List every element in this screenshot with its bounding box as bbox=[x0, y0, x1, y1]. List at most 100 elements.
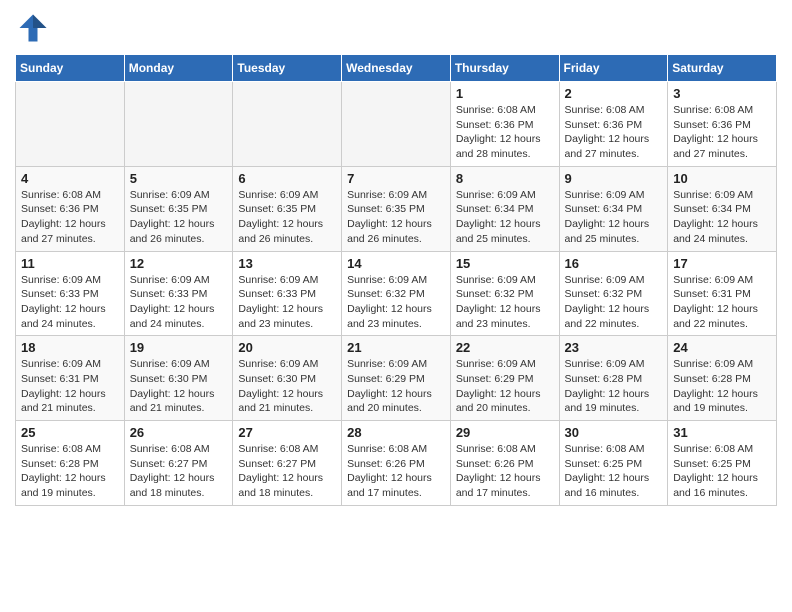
calendar-cell: 13 Sunrise: 6:09 AM Sunset: 6:33 PM Dayli… bbox=[233, 251, 342, 336]
calendar-cell: 30Sunrise: 6:08 AM Sunset: 6:25 PM Dayli… bbox=[559, 421, 668, 506]
day-number: 4 bbox=[21, 171, 119, 186]
day-info: Sunrise: 6:08 AM Sunset: 6:27 PM Dayligh… bbox=[238, 442, 336, 501]
day-info: Sunrise: 6:08 AM Sunset: 6:26 PM Dayligh… bbox=[347, 442, 445, 501]
day-number: 2 bbox=[565, 86, 663, 101]
day-info: Sunrise: 6:09 AM Sunset: 6:33 PM Dayligh… bbox=[238, 273, 336, 332]
calendar-week-4: 18Sunrise: 6:09 AM Sunset: 6:31 PM Dayli… bbox=[16, 336, 777, 421]
calendar-cell: 2 Sunrise: 6:08 AM Sunset: 6:36 PM Daylig… bbox=[559, 82, 668, 167]
day-info: Sunrise: 6:09 AM Sunset: 6:30 PM Dayligh… bbox=[130, 357, 228, 416]
day-number: 21 bbox=[347, 340, 445, 355]
calendar-cell: 9 Sunrise: 6:09 AM Sunset: 6:34 PM Daylig… bbox=[559, 166, 668, 251]
day-info: Sunrise: 6:09 AM Sunset: 6:33 PM Dayligh… bbox=[130, 273, 228, 332]
day-number: 7 bbox=[347, 171, 445, 186]
day-info: Sunrise: 6:09 AM Sunset: 6:35 PM Dayligh… bbox=[130, 188, 228, 247]
day-info: Sunrise: 6:09 AM Sunset: 6:34 PM Dayligh… bbox=[456, 188, 554, 247]
day-number: 28 bbox=[347, 425, 445, 440]
day-info: Sunrise: 6:09 AM Sunset: 6:29 PM Dayligh… bbox=[347, 357, 445, 416]
day-info: Sunrise: 6:08 AM Sunset: 6:36 PM Dayligh… bbox=[673, 103, 771, 162]
day-number: 27 bbox=[238, 425, 336, 440]
logo-icon bbox=[15, 10, 51, 46]
calendar-week-5: 25 Sunrise: 6:08 AM Sunset: 6:28 PM Dayli… bbox=[16, 421, 777, 506]
calendar-cell: 22Sunrise: 6:09 AM Sunset: 6:29 PM Dayli… bbox=[450, 336, 559, 421]
day-number: 23 bbox=[565, 340, 663, 355]
page-header bbox=[15, 10, 777, 46]
day-number: 9 bbox=[565, 171, 663, 186]
calendar-header-friday: Friday bbox=[559, 55, 668, 82]
calendar-cell: 20 Sunrise: 6:09 AM Sunset: 6:30 PM Dayli… bbox=[233, 336, 342, 421]
day-info: Sunrise: 6:09 AM Sunset: 6:32 PM Dayligh… bbox=[456, 273, 554, 332]
day-number: 13 bbox=[238, 256, 336, 271]
day-info: Sunrise: 6:09 AM Sunset: 6:33 PM Dayligh… bbox=[21, 273, 119, 332]
calendar-cell bbox=[342, 82, 451, 167]
calendar-cell: 6Sunrise: 6:09 AM Sunset: 6:35 PM Daylig… bbox=[233, 166, 342, 251]
day-info: Sunrise: 6:09 AM Sunset: 6:30 PM Dayligh… bbox=[238, 357, 336, 416]
day-info: Sunrise: 6:09 AM Sunset: 6:34 PM Dayligh… bbox=[673, 188, 771, 247]
day-info: Sunrise: 6:08 AM Sunset: 6:36 PM Dayligh… bbox=[456, 103, 554, 162]
calendar-cell: 29Sunrise: 6:08 AM Sunset: 6:26 PM Dayli… bbox=[450, 421, 559, 506]
calendar-cell: 12 Sunrise: 6:09 AM Sunset: 6:33 PM Dayli… bbox=[124, 251, 233, 336]
day-number: 5 bbox=[130, 171, 228, 186]
day-info: Sunrise: 6:09 AM Sunset: 6:32 PM Dayligh… bbox=[347, 273, 445, 332]
day-number: 18 bbox=[21, 340, 119, 355]
calendar-cell: 10 Sunrise: 6:09 AM Sunset: 6:34 PM Dayli… bbox=[668, 166, 777, 251]
calendar-cell: 26Sunrise: 6:08 AM Sunset: 6:27 PM Dayli… bbox=[124, 421, 233, 506]
calendar-header-sunday: Sunday bbox=[16, 55, 125, 82]
day-number: 10 bbox=[673, 171, 771, 186]
calendar-cell: 19 Sunrise: 6:09 AM Sunset: 6:30 PM Dayli… bbox=[124, 336, 233, 421]
calendar-week-3: 11Sunrise: 6:09 AM Sunset: 6:33 PM Dayli… bbox=[16, 251, 777, 336]
calendar-cell: 27 Sunrise: 6:08 AM Sunset: 6:27 PM Dayli… bbox=[233, 421, 342, 506]
calendar-cell: 4 Sunrise: 6:08 AM Sunset: 6:36 PM Daylig… bbox=[16, 166, 125, 251]
logo bbox=[15, 10, 55, 46]
calendar-cell: 16 Sunrise: 6:09 AM Sunset: 6:32 PM Dayli… bbox=[559, 251, 668, 336]
day-number: 3 bbox=[673, 86, 771, 101]
calendar-cell: 15Sunrise: 6:09 AM Sunset: 6:32 PM Dayli… bbox=[450, 251, 559, 336]
day-info: Sunrise: 6:08 AM Sunset: 6:36 PM Dayligh… bbox=[21, 188, 119, 247]
day-info: Sunrise: 6:08 AM Sunset: 6:25 PM Dayligh… bbox=[673, 442, 771, 501]
calendar-cell: 25 Sunrise: 6:08 AM Sunset: 6:28 PM Dayli… bbox=[16, 421, 125, 506]
calendar-cell bbox=[233, 82, 342, 167]
day-info: Sunrise: 6:08 AM Sunset: 6:27 PM Dayligh… bbox=[130, 442, 228, 501]
day-number: 25 bbox=[21, 425, 119, 440]
day-number: 6 bbox=[238, 171, 336, 186]
day-number: 20 bbox=[238, 340, 336, 355]
day-number: 30 bbox=[565, 425, 663, 440]
calendar-header-saturday: Saturday bbox=[668, 55, 777, 82]
calendar-header-row: SundayMondayTuesdayWednesdayThursdayFrid… bbox=[16, 55, 777, 82]
calendar-cell: 23 Sunrise: 6:09 AM Sunset: 6:28 PM Dayli… bbox=[559, 336, 668, 421]
calendar-cell: 28 Sunrise: 6:08 AM Sunset: 6:26 PM Dayli… bbox=[342, 421, 451, 506]
calendar-cell: 3 Sunrise: 6:08 AM Sunset: 6:36 PM Daylig… bbox=[668, 82, 777, 167]
calendar-week-2: 4 Sunrise: 6:08 AM Sunset: 6:36 PM Daylig… bbox=[16, 166, 777, 251]
calendar-header-tuesday: Tuesday bbox=[233, 55, 342, 82]
calendar-header-wednesday: Wednesday bbox=[342, 55, 451, 82]
calendar-header-monday: Monday bbox=[124, 55, 233, 82]
day-info: Sunrise: 6:09 AM Sunset: 6:31 PM Dayligh… bbox=[673, 273, 771, 332]
calendar-cell: 8 Sunrise: 6:09 AM Sunset: 6:34 PM Daylig… bbox=[450, 166, 559, 251]
day-number: 19 bbox=[130, 340, 228, 355]
calendar-cell bbox=[124, 82, 233, 167]
calendar-cell: 31 Sunrise: 6:08 AM Sunset: 6:25 PM Dayli… bbox=[668, 421, 777, 506]
calendar-cell: 1 Sunrise: 6:08 AM Sunset: 6:36 PM Daylig… bbox=[450, 82, 559, 167]
day-number: 8 bbox=[456, 171, 554, 186]
day-info: Sunrise: 6:08 AM Sunset: 6:28 PM Dayligh… bbox=[21, 442, 119, 501]
calendar-cell: 14Sunrise: 6:09 AM Sunset: 6:32 PM Dayli… bbox=[342, 251, 451, 336]
day-number: 12 bbox=[130, 256, 228, 271]
day-info: Sunrise: 6:09 AM Sunset: 6:28 PM Dayligh… bbox=[673, 357, 771, 416]
calendar-cell: 17 Sunrise: 6:09 AM Sunset: 6:31 PM Dayli… bbox=[668, 251, 777, 336]
calendar-cell: 21 Sunrise: 6:09 AM Sunset: 6:29 PM Dayli… bbox=[342, 336, 451, 421]
day-number: 1 bbox=[456, 86, 554, 101]
day-number: 16 bbox=[565, 256, 663, 271]
calendar-cell bbox=[16, 82, 125, 167]
calendar-table: SundayMondayTuesdayWednesdayThursdayFrid… bbox=[15, 54, 777, 506]
calendar-cell: 18Sunrise: 6:09 AM Sunset: 6:31 PM Dayli… bbox=[16, 336, 125, 421]
day-info: Sunrise: 6:09 AM Sunset: 6:34 PM Dayligh… bbox=[565, 188, 663, 247]
day-number: 17 bbox=[673, 256, 771, 271]
day-info: Sunrise: 6:08 AM Sunset: 6:36 PM Dayligh… bbox=[565, 103, 663, 162]
calendar-week-1: 1 Sunrise: 6:08 AM Sunset: 6:36 PM Daylig… bbox=[16, 82, 777, 167]
day-info: Sunrise: 6:09 AM Sunset: 6:28 PM Dayligh… bbox=[565, 357, 663, 416]
day-info: Sunrise: 6:09 AM Sunset: 6:32 PM Dayligh… bbox=[565, 273, 663, 332]
day-number: 29 bbox=[456, 425, 554, 440]
day-info: Sunrise: 6:09 AM Sunset: 6:29 PM Dayligh… bbox=[456, 357, 554, 416]
day-number: 31 bbox=[673, 425, 771, 440]
calendar-cell: 11Sunrise: 6:09 AM Sunset: 6:33 PM Dayli… bbox=[16, 251, 125, 336]
calendar-cell: 5 Sunrise: 6:09 AM Sunset: 6:35 PM Daylig… bbox=[124, 166, 233, 251]
